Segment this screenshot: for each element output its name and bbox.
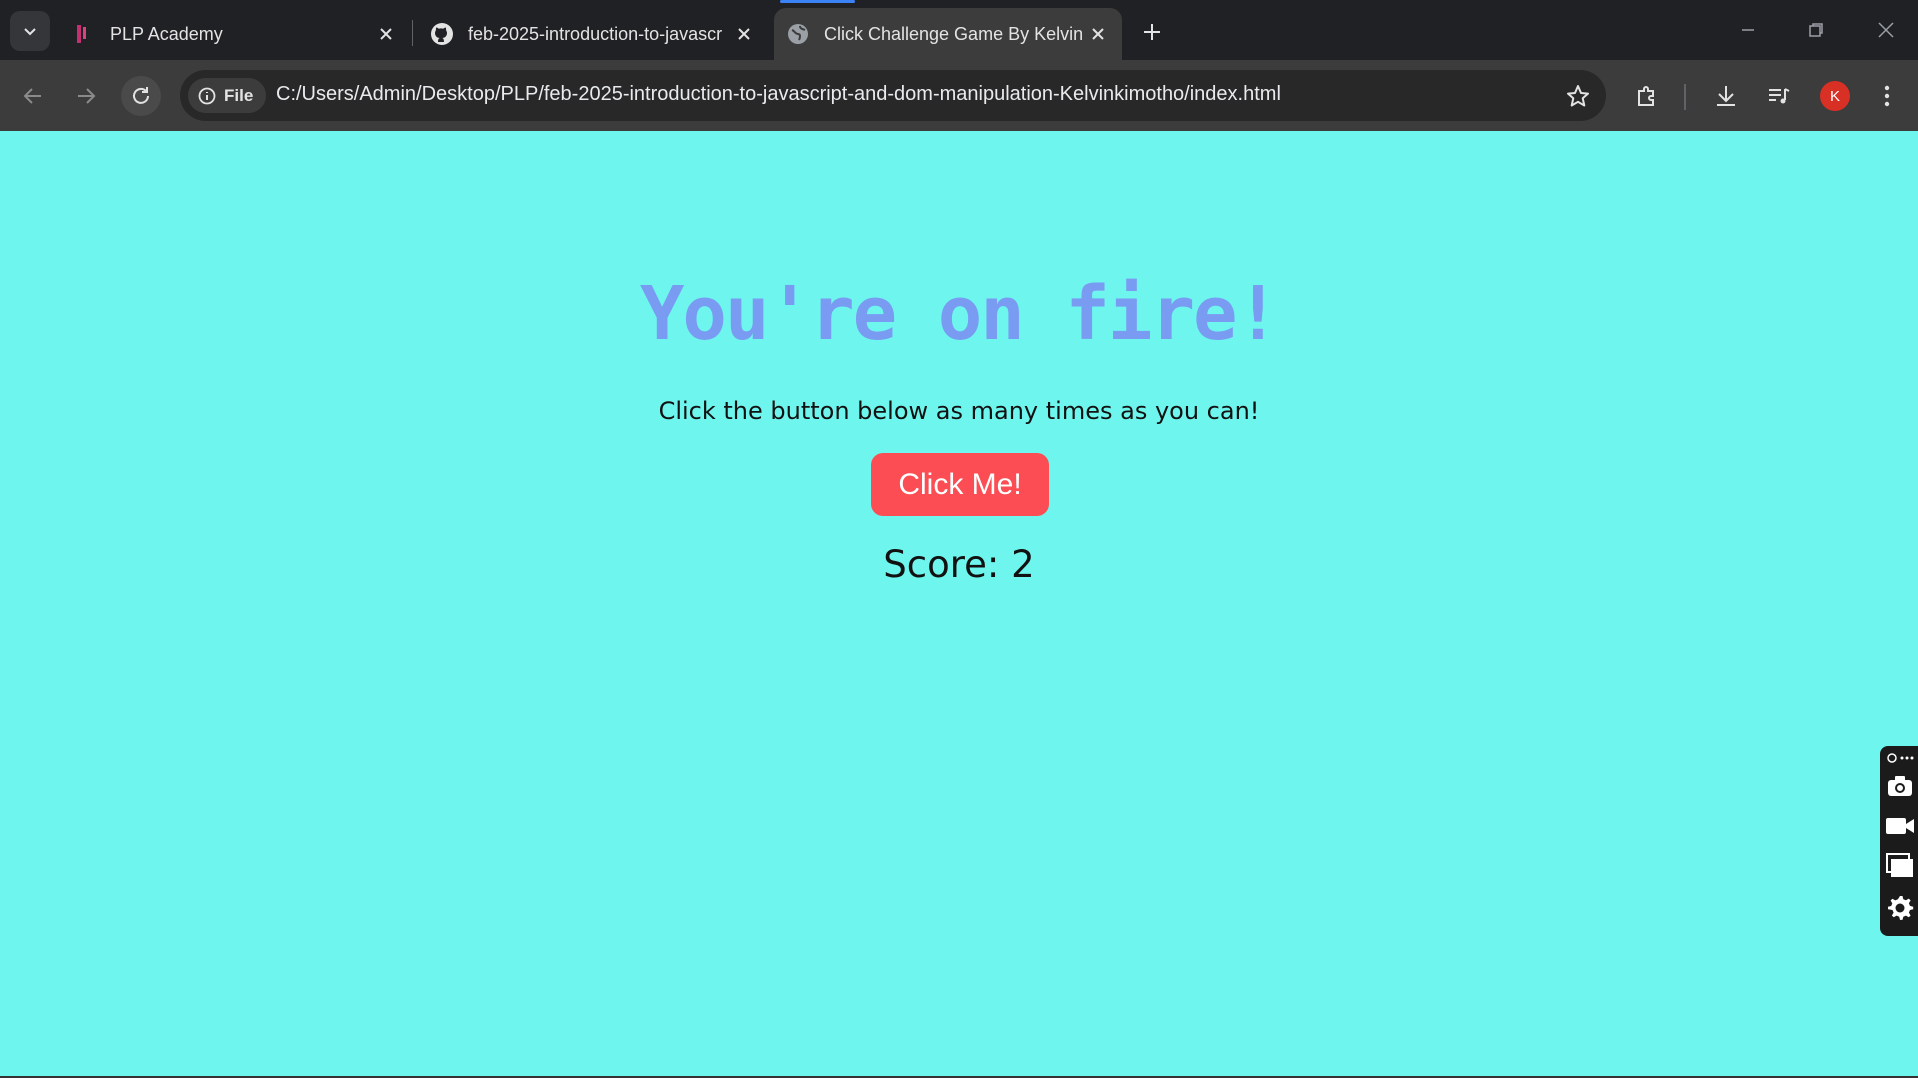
restore-button[interactable] (1796, 12, 1836, 48)
extensions-button[interactable] (1628, 77, 1666, 115)
browser-menu-button[interactable] (1868, 77, 1906, 115)
more-vertical-icon (1884, 85, 1890, 107)
page-title: You're on fire! (639, 271, 1280, 357)
media-controls-button[interactable] (1760, 77, 1798, 115)
star-icon (1567, 85, 1589, 107)
new-tab-button[interactable] (1134, 14, 1170, 50)
minimize-button[interactable] (1728, 12, 1768, 48)
tab-plp-academy[interactable]: PLP Academy (60, 8, 410, 60)
close-tab-icon[interactable] (730, 20, 758, 48)
plus-icon (1144, 24, 1160, 40)
download-icon (1717, 86, 1735, 106)
playlist-music-icon (1769, 88, 1790, 104)
close-tab-icon[interactable] (372, 20, 400, 48)
score-display: Score: 2 (883, 543, 1035, 586)
restore-icon (1809, 23, 1823, 37)
address-bar[interactable]: File C:/Users/Admin/Desktop/PLP/feb-2025… (180, 70, 1606, 121)
toolbar-divider (1684, 84, 1686, 110)
video-camera-icon (1886, 818, 1914, 834)
tab-label: feb-2025-introduction-to-javascr (468, 23, 723, 44)
info-icon (198, 87, 216, 104)
site-info-chip[interactable]: File (188, 78, 266, 113)
reload-icon (133, 87, 149, 104)
tab-label: Click Challenge Game By Kelvin (824, 23, 1084, 44)
panel-pin-more-button[interactable] (1884, 748, 1916, 768)
downloads-button[interactable] (1707, 77, 1745, 115)
close-tab-icon[interactable] (1084, 20, 1112, 48)
profile-avatar[interactable]: K (1820, 81, 1850, 111)
site-chip-label: File (224, 85, 254, 105)
close-icon (1878, 22, 1894, 38)
screen-capture-panel (1880, 746, 1918, 936)
camera-icon (1888, 776, 1912, 796)
screenshot-button[interactable] (1884, 770, 1916, 802)
tab-strip: PLP Academy feb-2025-introduction-to-jav… (0, 0, 1918, 60)
plp-logo-icon (72, 22, 96, 46)
more-horizontal-icon (1887, 753, 1914, 763)
page-viewport: You're on fire! Click the button below a… (0, 131, 1918, 1078)
tab-label: PLP Academy (110, 23, 223, 44)
tab-click-challenge[interactable]: Click Challenge Game By Kelvin (774, 0, 1122, 60)
browser-toolbar: File C:/Users/Admin/Desktop/PLP/feb-2025… (0, 60, 1918, 131)
click-me-button[interactable]: Click Me! (871, 453, 1049, 516)
back-button[interactable] (13, 76, 53, 116)
close-window-button[interactable] (1866, 12, 1906, 48)
bookmark-star-button[interactable] (1564, 82, 1592, 110)
record-video-button[interactable] (1884, 810, 1916, 842)
tab-divider (412, 20, 413, 46)
github-icon (430, 22, 454, 46)
forward-button[interactable] (66, 76, 106, 116)
chevron-down-icon (24, 28, 36, 36)
puzzle-icon (1638, 86, 1654, 106)
window-capture-button[interactable] (1884, 850, 1916, 882)
arrow-left-icon (23, 88, 41, 104)
minimize-icon (1742, 29, 1754, 31)
instructions-text: Click the button below as many times as … (658, 397, 1260, 425)
tab-search-button[interactable] (10, 11, 50, 51)
arrow-right-icon (78, 88, 96, 104)
globe-icon (786, 22, 810, 46)
gear-icon (1888, 896, 1914, 920)
panel-settings-button[interactable] (1884, 892, 1916, 924)
reload-button[interactable] (121, 76, 161, 116)
windows-icon (1886, 853, 1913, 877)
tab-github-repo[interactable]: feb-2025-introduction-to-javascr (418, 8, 768, 60)
url-text[interactable]: C:/Users/Admin/Desktop/PLP/feb-2025-intr… (276, 83, 1281, 106)
